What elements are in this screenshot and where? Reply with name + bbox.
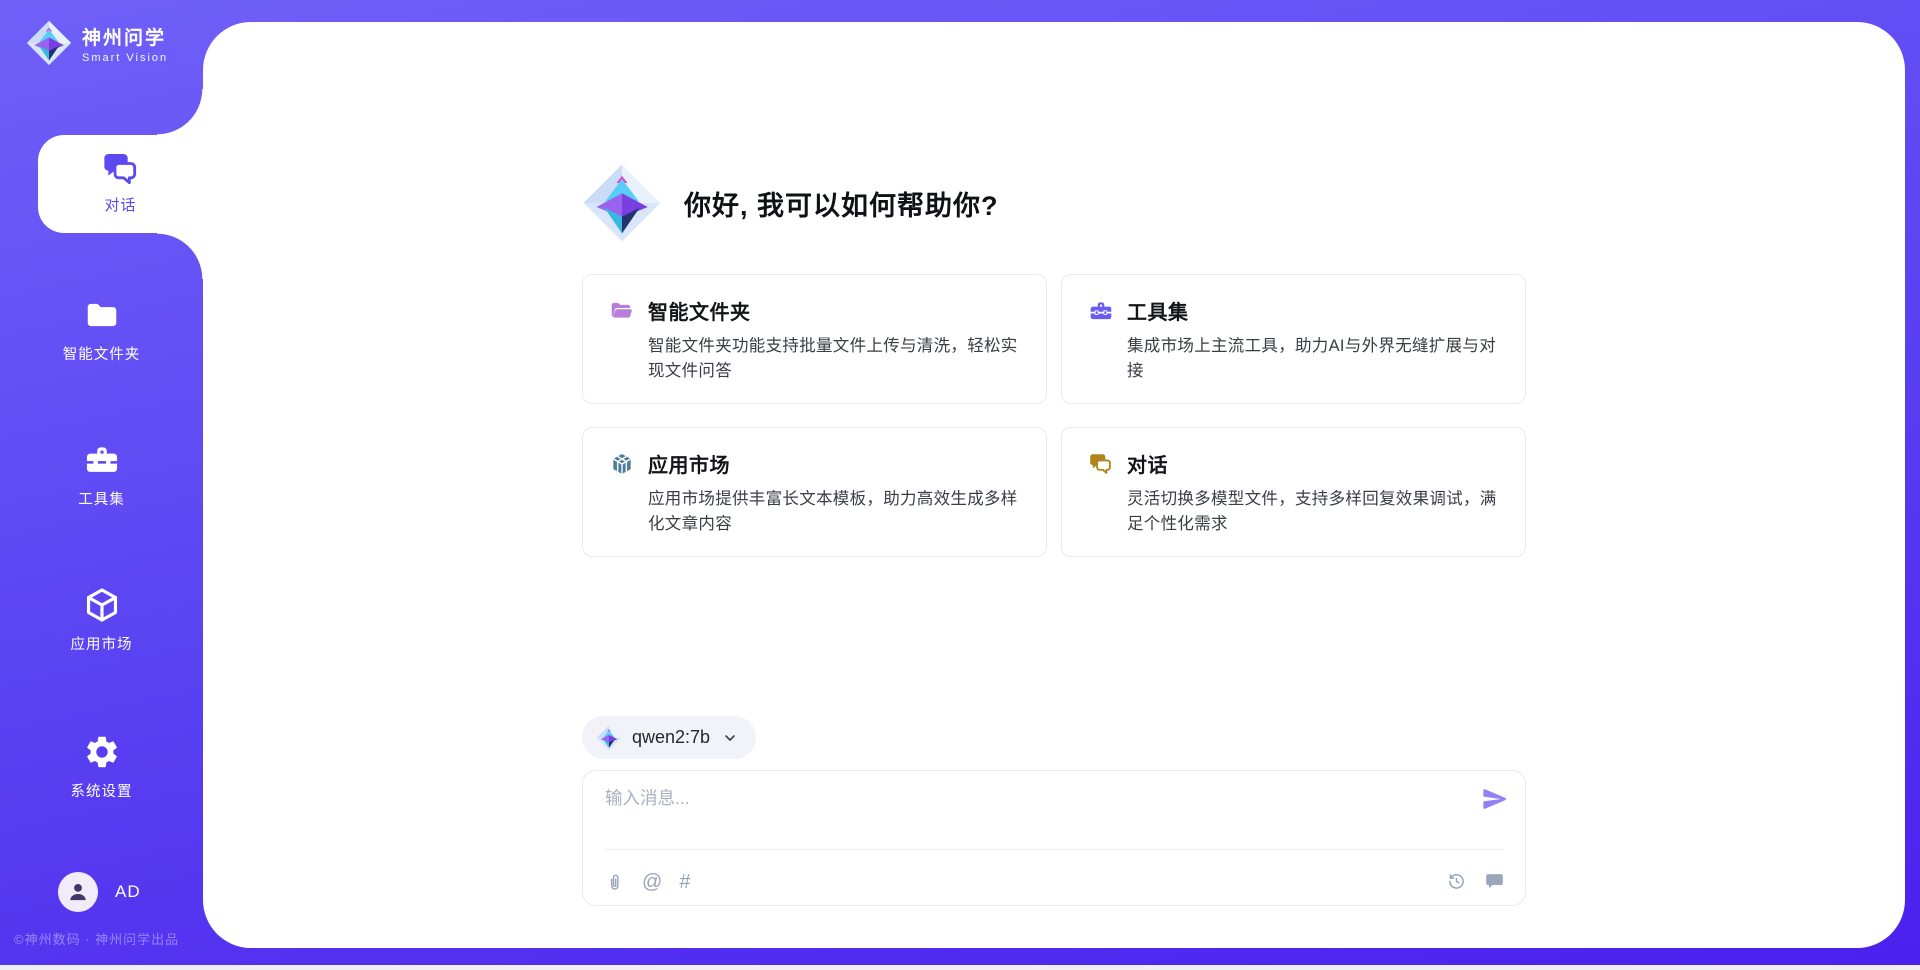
brand: 神州问学 Smart Vision bbox=[26, 20, 168, 66]
brand-diamond-logo-icon bbox=[26, 20, 72, 66]
composer-toolbar: @ # bbox=[605, 871, 1505, 892]
sidebar-item-label: 对话 bbox=[104, 197, 136, 214]
greeting-text: 你好, 我可以如何帮助你? bbox=[684, 184, 999, 223]
sidebar-item-chat[interactable]: 对话 bbox=[38, 135, 203, 233]
sidebar-item-label: 系统设置 bbox=[71, 784, 133, 800]
greeting: 你好, 我可以如何帮助你? bbox=[582, 163, 1526, 243]
card-title: 对话 bbox=[1127, 449, 1168, 478]
feature-cards: 智能文件夹 智能文件夹功能支持批量文件上传与清洗，轻松实现文件问答 工具 bbox=[582, 274, 1526, 557]
chat-icon bbox=[101, 149, 141, 189]
model-selector[interactable]: qwen2:7b bbox=[582, 716, 756, 759]
mention-button[interactable]: @ bbox=[642, 872, 662, 892]
card-toolset[interactable]: 工具集 集成市场上主流工具，助力AI与外界无缝扩展与对接 bbox=[1061, 274, 1526, 404]
send-icon bbox=[1481, 785, 1509, 813]
sidebar-item-settings[interactable]: 系统设置 bbox=[0, 733, 203, 801]
card-description: 智能文件夹功能支持批量文件上传与清洗，轻松实现文件问答 bbox=[648, 334, 1020, 384]
main-panel: 你好, 我可以如何帮助你? 智能文件夹 智能文件夹功能支持批量文件上传与清洗，轻… bbox=[203, 22, 1905, 948]
pixel-cube-icon bbox=[609, 451, 635, 477]
chevron-down-icon bbox=[722, 730, 738, 746]
attach-button[interactable] bbox=[605, 872, 625, 892]
topic-button[interactable]: # bbox=[679, 872, 690, 892]
user-icon bbox=[65, 879, 91, 905]
chat-bubble-icon bbox=[1484, 871, 1505, 892]
card-description: 应用市场提供丰富长文本模板，助力高效生成多样化文章内容 bbox=[648, 487, 1020, 537]
composer-divider bbox=[604, 849, 1504, 850]
brand-title: 神州问学 bbox=[82, 23, 168, 50]
sidebar-item-smart-folder[interactable]: 智能文件夹 bbox=[0, 296, 203, 364]
card-title: 智能文件夹 bbox=[648, 296, 751, 325]
sidebar-item-app-market[interactable]: 应用市场 bbox=[0, 586, 203, 654]
sidebar-item-toolset[interactable]: 工具集 bbox=[0, 441, 203, 509]
sidebar-item-label: 智能文件夹 bbox=[63, 347, 141, 363]
card-chat[interactable]: 对话 灵活切换多模型文件，支持多样回复效果调试，满足个性化需求 bbox=[1061, 427, 1526, 557]
card-title: 应用市场 bbox=[648, 449, 730, 478]
bottom-edge bbox=[0, 965, 1920, 970]
model-diamond-logo-icon bbox=[596, 725, 622, 751]
toolbox-icon bbox=[1088, 298, 1114, 324]
sidebar-item-label: 应用市场 bbox=[71, 637, 133, 653]
cube-icon bbox=[83, 586, 121, 624]
brand-subtitle: Smart Vision bbox=[82, 52, 168, 64]
card-app-market[interactable]: 应用市场 应用市场提供丰富长文本模板，助力高效生成多样化文章内容 bbox=[582, 427, 1047, 557]
message-input[interactable] bbox=[605, 785, 1435, 843]
brand-text: 神州问学 Smart Vision bbox=[82, 23, 168, 64]
assistant-diamond-logo-icon bbox=[582, 163, 662, 243]
toolbox-icon bbox=[83, 441, 121, 479]
card-description: 集成市场上主流工具，助力AI与外界无缝扩展与对接 bbox=[1127, 334, 1499, 384]
send-button[interactable] bbox=[1481, 785, 1509, 816]
folder-icon bbox=[83, 296, 121, 334]
user-name: AD bbox=[115, 882, 141, 902]
folder-open-icon bbox=[609, 298, 635, 324]
quick-chat-button[interactable] bbox=[1484, 871, 1505, 892]
user-profile[interactable]: AD bbox=[58, 872, 141, 912]
chat-icon bbox=[1088, 451, 1114, 477]
avatar bbox=[58, 872, 98, 912]
gear-icon bbox=[83, 733, 121, 771]
paperclip-icon bbox=[605, 872, 625, 892]
composer: @ # bbox=[582, 770, 1526, 906]
model-name: qwen2:7b bbox=[632, 727, 710, 748]
hash-icon: # bbox=[679, 872, 690, 892]
history-button[interactable] bbox=[1446, 871, 1467, 892]
card-title: 工具集 bbox=[1127, 296, 1189, 325]
sidebar: 神州问学 Smart Vision 对话 智能文件夹 bbox=[0, 0, 203, 970]
copyright: ©神州数码 · 神州问学出品 bbox=[14, 929, 179, 948]
history-icon bbox=[1446, 871, 1467, 892]
sidebar-item-label: 工具集 bbox=[78, 492, 125, 508]
card-smart-folder[interactable]: 智能文件夹 智能文件夹功能支持批量文件上传与清洗，轻松实现文件问答 bbox=[582, 274, 1047, 404]
at-icon: @ bbox=[642, 872, 662, 892]
card-description: 灵活切换多模型文件，支持多样回复效果调试，满足个性化需求 bbox=[1127, 487, 1499, 537]
